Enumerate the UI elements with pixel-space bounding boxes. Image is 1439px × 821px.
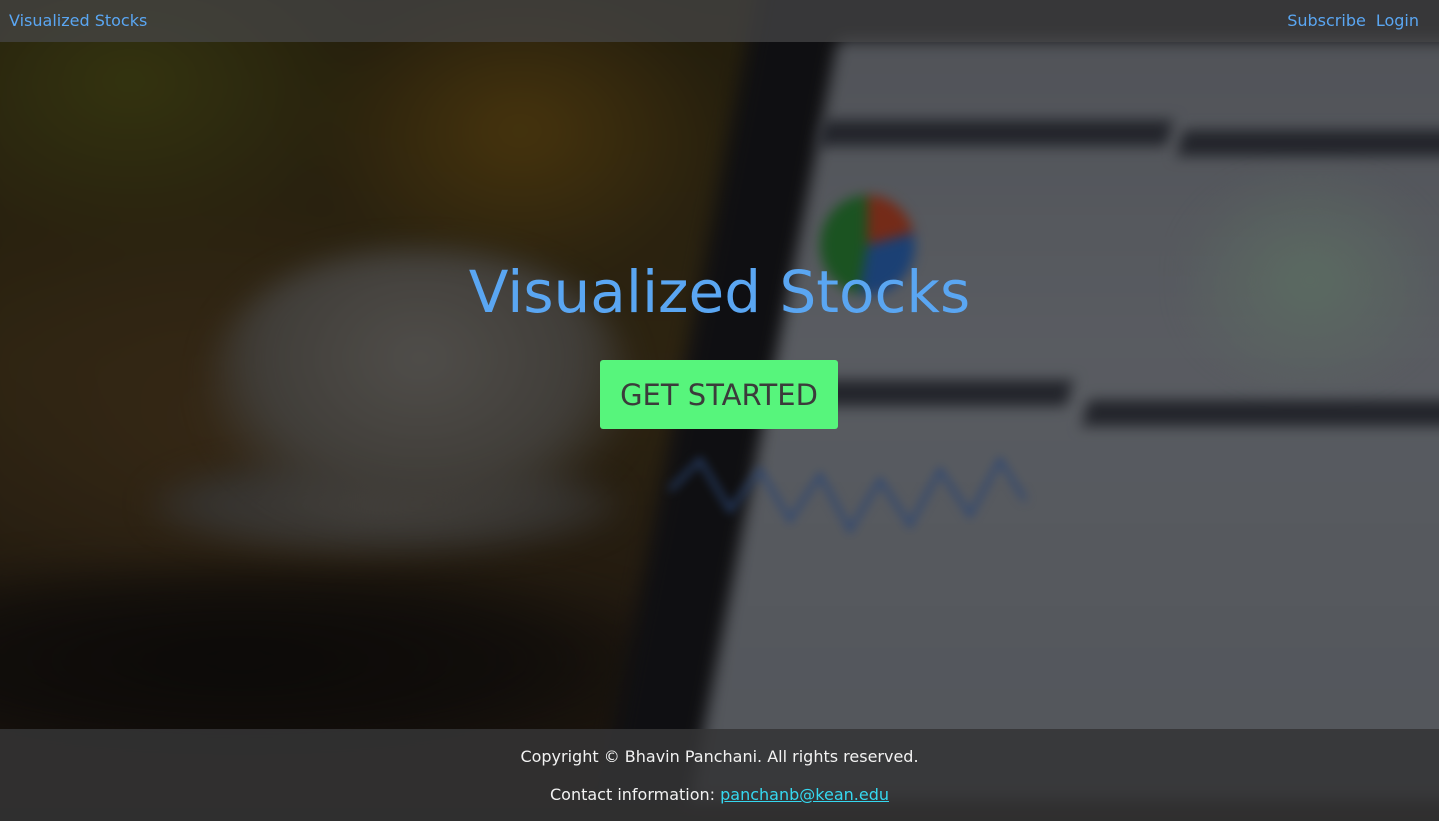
top-navbar: Visualized Stocks Subscribe Login <box>0 0 1439 42</box>
subscribe-link[interactable]: Subscribe <box>1287 11 1366 30</box>
brand-link[interactable]: Visualized Stocks <box>9 11 147 30</box>
contact-label: Contact information: <box>549 785 721 804</box>
get-started-button[interactable]: GET STARTED <box>600 360 838 429</box>
hero-title: Visualized Stocks <box>468 258 971 326</box>
login-link[interactable]: Login <box>1376 11 1419 30</box>
contact-email-link[interactable]: panchanb@kean.edu <box>720 785 889 804</box>
nav-links: Subscribe Login <box>1287 11 1419 30</box>
copyright-text: Copyright © Bhavin Panchani. All rights … <box>520 747 919 766</box>
footer: Copyright © Bhavin Panchani. All rights … <box>0 729 1439 821</box>
contact-line: Contact information: panchanb@kean.edu <box>0 785 1439 804</box>
